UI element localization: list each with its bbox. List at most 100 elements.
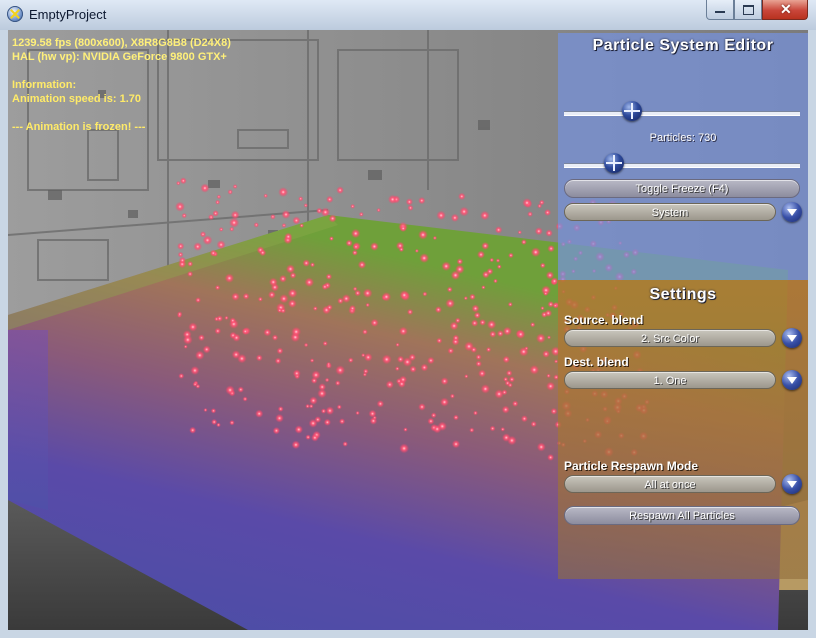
system-select[interactable]: System — [564, 203, 776, 221]
particle — [311, 433, 319, 442]
particles-slider-thumb[interactable] — [603, 153, 624, 173]
particle — [299, 223, 305, 228]
particle — [469, 293, 476, 301]
window-controls: ✕ — [706, 0, 808, 21]
particle — [291, 440, 301, 450]
particle — [242, 396, 248, 402]
particle-editor-panel: Particle System Editor Particles: 730 To… — [558, 33, 808, 280]
particle — [405, 198, 413, 206]
particle — [200, 183, 210, 193]
particle — [530, 421, 537, 428]
particle — [469, 427, 475, 433]
maximize-button[interactable] — [734, 0, 762, 20]
particle — [365, 302, 370, 308]
particle — [212, 210, 219, 217]
system-dropdown-icon[interactable] — [782, 202, 802, 222]
particle — [453, 414, 459, 421]
particle — [495, 258, 501, 263]
particle — [181, 213, 187, 219]
particle — [183, 335, 193, 345]
particle — [281, 223, 287, 228]
particle — [326, 361, 331, 367]
particle — [284, 232, 293, 241]
render-viewport[interactable]: 1239.58 fps (800x600), X8R8G8B8 (D24X8) … — [8, 30, 808, 630]
particle — [507, 435, 517, 446]
particle — [341, 294, 351, 304]
particle — [459, 206, 469, 217]
particle — [350, 203, 356, 209]
particle — [292, 369, 301, 378]
particle — [547, 244, 555, 253]
particle — [376, 208, 381, 213]
particle — [370, 318, 379, 327]
particle — [506, 369, 513, 377]
particle — [441, 261, 452, 271]
particle — [255, 409, 264, 418]
particle — [302, 259, 311, 267]
particle — [480, 210, 490, 221]
particle — [440, 397, 449, 407]
particle — [362, 329, 368, 335]
particle — [190, 366, 200, 375]
dest-blend-select[interactable]: 1. One — [564, 371, 776, 389]
particle — [420, 363, 429, 372]
particle — [287, 299, 297, 308]
particle — [316, 207, 323, 214]
particle — [399, 375, 408, 384]
particle — [227, 189, 233, 195]
emission-slider-thumb[interactable] — [622, 101, 643, 121]
respawn-mode-dropdown-icon[interactable] — [782, 474, 802, 494]
particle — [336, 186, 344, 194]
particle — [277, 406, 284, 412]
directx-app-icon — [7, 6, 23, 22]
minimize-button[interactable] — [706, 0, 734, 20]
particle — [272, 427, 281, 435]
title-bar[interactable]: EmptyProject ✕ — [0, 0, 816, 30]
particle — [464, 374, 469, 379]
source-blend-select[interactable]: 2. Src Color — [564, 329, 776, 347]
particle — [303, 342, 309, 348]
app-window: EmptyProject ✕ 1239.58 fps (800x600), X8… — [0, 0, 816, 638]
particle — [309, 396, 318, 405]
particle — [198, 334, 205, 342]
source-blend-dropdown-icon[interactable] — [782, 328, 802, 348]
particle — [517, 230, 522, 235]
particle — [321, 283, 329, 291]
particle — [434, 306, 442, 314]
particle — [209, 249, 217, 257]
dest-blend-label: Dest. blend — [564, 355, 629, 369]
particle — [381, 292, 392, 302]
close-button[interactable]: ✕ — [762, 0, 808, 20]
particle — [381, 354, 392, 365]
particles-slider-track[interactable] — [564, 163, 800, 168]
particle — [229, 226, 235, 232]
respawn-all-button[interactable]: Respawn All Particles — [564, 506, 800, 525]
dest-blend-dropdown-icon[interactable] — [782, 370, 802, 390]
particle — [279, 294, 289, 304]
particle — [486, 319, 497, 330]
particle — [475, 360, 482, 367]
particle — [494, 226, 503, 234]
toggle-freeze-button[interactable]: Toggle Freeze (F4) — [564, 179, 800, 198]
particle — [399, 443, 409, 454]
particle — [336, 404, 342, 410]
particle — [475, 354, 482, 361]
particle — [529, 365, 540, 375]
particle — [214, 316, 220, 322]
particle — [335, 365, 346, 376]
emission-slider-track[interactable] — [564, 111, 800, 116]
particle — [320, 207, 331, 217]
particle — [455, 264, 465, 275]
particle — [268, 290, 276, 299]
particle — [263, 328, 272, 337]
particle — [195, 297, 202, 303]
respawn-mode-select[interactable]: All at once — [564, 475, 776, 493]
particle — [178, 373, 185, 379]
particle — [176, 181, 181, 186]
particle — [280, 307, 286, 314]
particle — [481, 241, 490, 250]
particle — [362, 372, 367, 377]
particle — [471, 304, 480, 313]
particles-count-label: Particles: 730 — [649, 132, 717, 144]
particle — [351, 228, 361, 239]
